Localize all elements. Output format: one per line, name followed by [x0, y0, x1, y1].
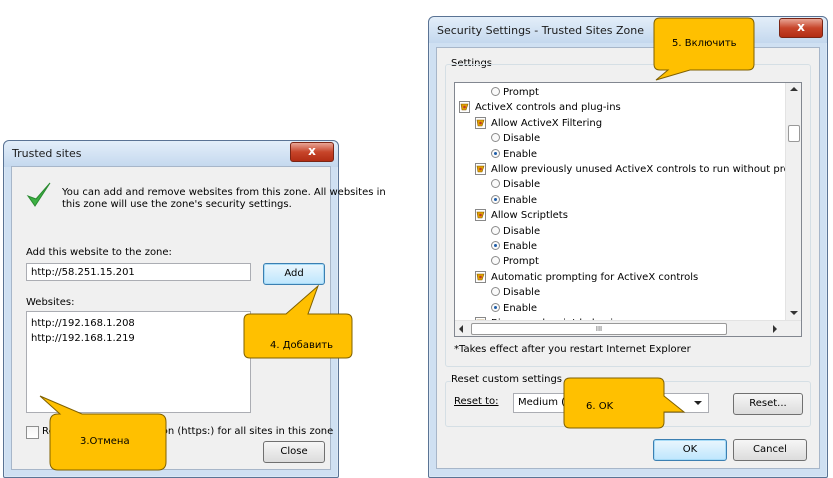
callout-step6-shape: [563, 377, 686, 429]
callout-step5: 5. Включить: [672, 38, 737, 49]
callout-step3: 3.Отмена: [80, 436, 130, 447]
callout-step4: 4. Добавить: [270, 340, 334, 351]
callout-step5-shape: [653, 17, 755, 81]
callout-step6: 6. OK: [586, 401, 614, 412]
callout-step3-shape: [39, 395, 167, 471]
callout-bubbles: [39, 17, 755, 471]
